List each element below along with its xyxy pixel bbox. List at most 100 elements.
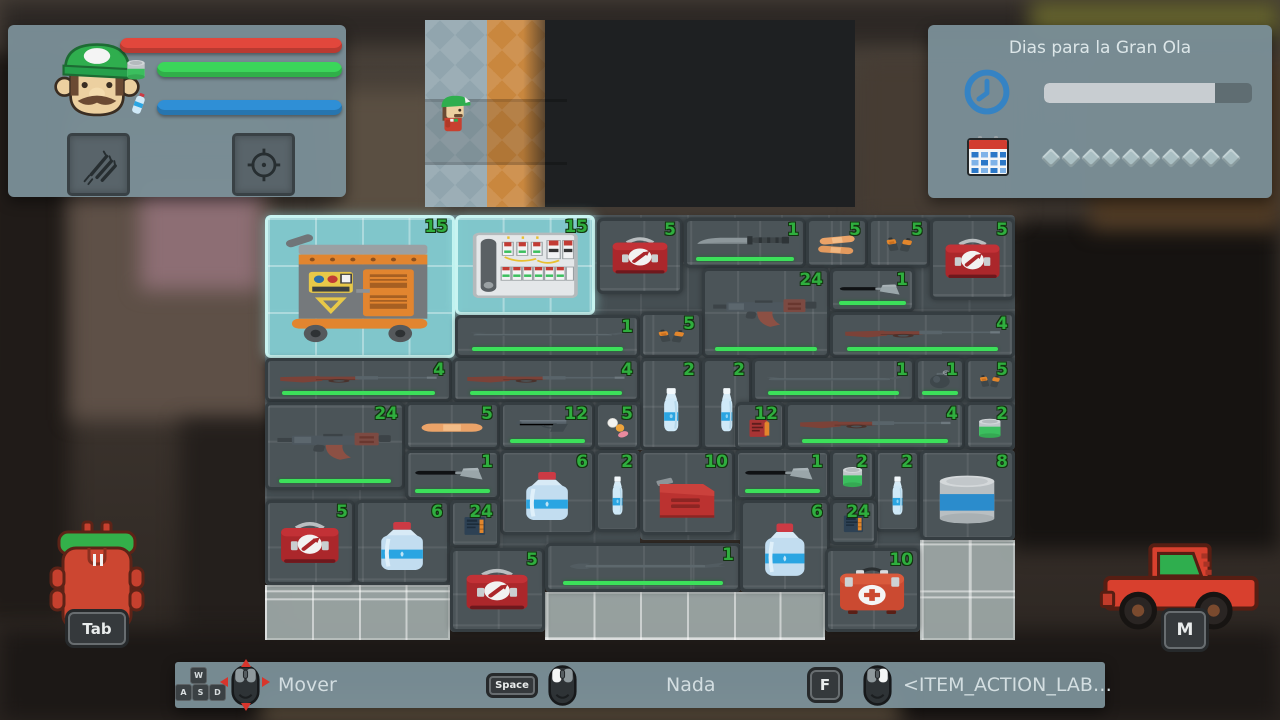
item-count: 4 — [621, 361, 633, 381]
item-count: 24 — [846, 503, 870, 523]
durability-bar — [839, 301, 905, 305]
item-count: 5 — [526, 551, 538, 571]
calendar-icon — [963, 131, 1013, 183]
item-water-bottle[interactable]: 2 — [640, 358, 702, 450]
rifle-icon — [277, 366, 440, 393]
item-pills[interactable]: 5 — [595, 402, 640, 450]
item-power-generator[interactable]: 15 — [265, 215, 455, 358]
item-lug-wrench[interactable]: 1 — [545, 543, 741, 592]
item-count: 12 — [754, 405, 778, 425]
item-batteries[interactable]: 5 — [965, 358, 1015, 402]
item-canned-food[interactable]: 2 — [965, 402, 1015, 450]
item-grenade[interactable]: 1 — [915, 358, 965, 402]
item-batteries[interactable]: 5 — [640, 312, 702, 358]
item-combat-knife[interactable]: 1 — [684, 218, 806, 268]
item-batteries[interactable]: 5 — [868, 218, 930, 268]
day-diamond — [1161, 148, 1181, 168]
item-count: 24 — [799, 271, 823, 291]
item-pistol[interactable]: 12 — [500, 402, 595, 450]
key-a[interactable]: A — [175, 684, 192, 701]
item-count: 1 — [811, 453, 823, 473]
item-water-jug[interactable]: 6 — [740, 500, 830, 592]
space-key[interactable]: Space — [489, 676, 535, 695]
inventory-empty-cells[interactable] — [265, 585, 450, 640]
item-supply-drum[interactable]: 8 — [920, 450, 1015, 540]
item-gas-can[interactable]: 10 — [640, 450, 735, 535]
item-assault-rifle[interactable]: 24 — [702, 268, 830, 358]
item-hatchet[interactable]: 1 — [735, 450, 830, 500]
interact-key[interactable]: F — [810, 670, 840, 700]
durability-bar — [563, 581, 723, 585]
item-count: 6 — [431, 503, 443, 523]
item-toolbox[interactable]: 5 — [597, 218, 683, 294]
firstaid-icon — [832, 563, 912, 622]
item-radio-device[interactable]: 24 — [450, 500, 500, 548]
item-count: 2 — [856, 453, 868, 473]
item-count: 4 — [433, 361, 445, 381]
mouse-left-click-icon — [539, 662, 585, 708]
item-hatchet[interactable]: 1 — [405, 450, 500, 500]
wave-panel-title: Dias para la Gran Ola — [928, 38, 1272, 58]
key-w[interactable]: W — [190, 667, 207, 684]
item-count: 2 — [733, 361, 745, 381]
item-fuse-box[interactable]: 15 — [455, 215, 595, 315]
key-s[interactable]: S — [192, 684, 209, 701]
bottleB-icon — [747, 517, 823, 582]
durability-bar — [768, 391, 900, 395]
item-crowbar[interactable]: 1 — [455, 315, 640, 358]
item-hunting-rifle[interactable]: 4 — [452, 358, 640, 402]
durability-bar — [922, 391, 959, 395]
item-count: 2 — [683, 361, 695, 381]
item-count: 6 — [576, 453, 588, 473]
day-diamond — [1221, 148, 1241, 168]
toolbox-icon — [457, 563, 537, 622]
item-count: 1 — [896, 271, 908, 291]
item-hunting-rifle[interactable]: 4 — [830, 312, 1015, 358]
clock-icon — [960, 65, 1014, 119]
item-toolbox[interactable]: 5 — [265, 500, 355, 585]
backpack-key[interactable]: Tab — [68, 612, 126, 645]
item-water-bottle[interactable]: 2 — [595, 450, 640, 532]
item-count: 12 — [564, 405, 588, 425]
item-shotgun[interactable]: 4 — [785, 402, 965, 450]
item-toolbox[interactable]: 5 — [450, 548, 545, 632]
item-first-aid-kit[interactable]: 10 — [825, 548, 920, 632]
vehicle-key[interactable]: M — [1164, 611, 1206, 649]
item-count: 5 — [621, 405, 633, 425]
item-radio-device[interactable]: 24 — [830, 500, 877, 545]
item-water-bottle[interactable]: 2 — [875, 450, 920, 532]
item-radio-device[interactable]: 12 — [735, 402, 785, 450]
item-bandages[interactable]: 5 — [806, 218, 868, 268]
item-count: 2 — [621, 453, 633, 473]
item-count: 5 — [664, 221, 676, 241]
melee-slot-button[interactable] — [67, 133, 130, 196]
inventory-empty-cells[interactable] — [545, 592, 825, 640]
background-decor — [330, 90, 440, 220]
item-bandage[interactable]: 5 — [405, 402, 500, 450]
item-water-jug[interactable]: 6 — [355, 500, 450, 585]
item-hatchet[interactable]: 1 — [830, 268, 915, 312]
rifle-icon — [842, 320, 1003, 348]
item-count: 1 — [946, 361, 958, 381]
item-crowbar[interactable]: 1 — [752, 358, 915, 402]
aim-slot-button[interactable] — [232, 133, 295, 196]
day-diamonds-row — [1044, 151, 1259, 165]
item-assault-rifle[interactable]: 24 — [265, 402, 405, 490]
inventory-empty-cells[interactable] — [920, 540, 1015, 640]
wave-progress-fill — [1044, 83, 1215, 103]
item-canned-food[interactable]: 2 — [830, 450, 875, 500]
durability-bar — [510, 439, 585, 443]
item-water-jug[interactable]: 6 — [500, 450, 595, 535]
claw-icon — [75, 141, 123, 189]
item-hunting-rifle[interactable]: 4 — [265, 358, 452, 402]
durability-bar — [696, 257, 793, 261]
durability-bar — [470, 391, 623, 395]
inventory-grid: 1515515551241454422115245125124216210122… — [265, 215, 1015, 640]
item-toolbox[interactable]: 5 — [930, 218, 1015, 300]
item-count: 10 — [704, 453, 728, 473]
item-count: 6 — [811, 503, 823, 523]
item-count: 1 — [481, 453, 493, 473]
item-count: 10 — [889, 551, 913, 571]
durability-bar — [802, 439, 948, 443]
item-count: 5 — [336, 503, 348, 523]
